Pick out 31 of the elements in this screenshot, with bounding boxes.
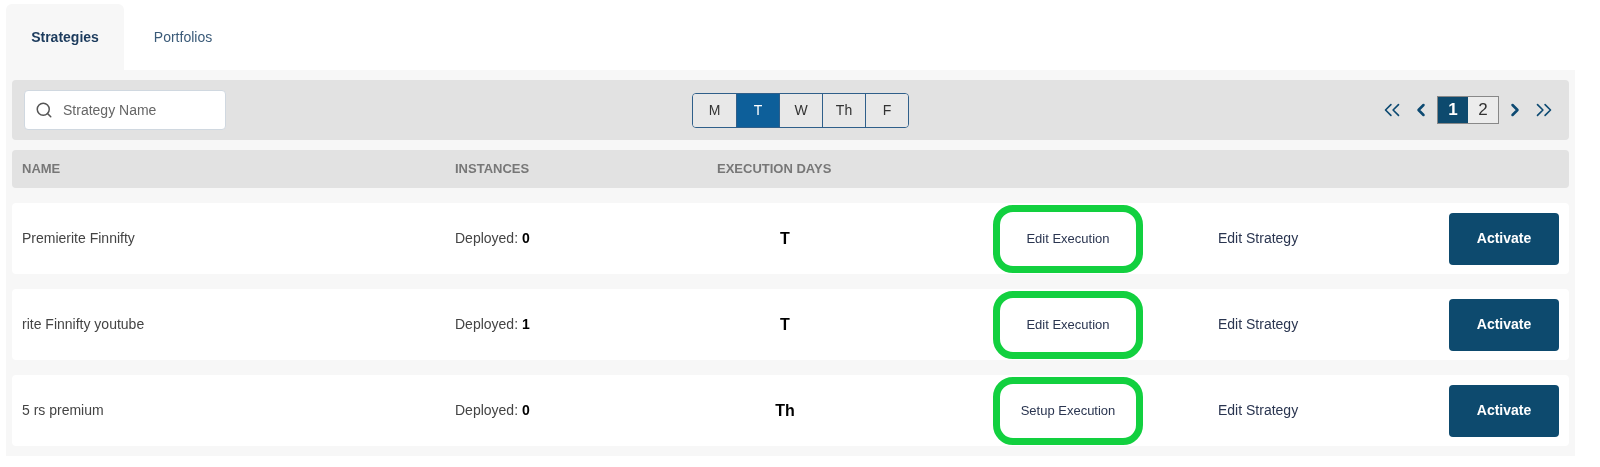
day-filter-button[interactable]: M bbox=[693, 93, 736, 127]
edit-strategy-link[interactable]: Edit Strategy bbox=[1218, 228, 1299, 249]
edit-strategy-link[interactable]: Edit Strategy bbox=[1218, 314, 1299, 335]
deployed-count: Deployed: 1 bbox=[455, 315, 531, 334]
page-button[interactable]: 1 bbox=[1438, 97, 1468, 123]
column-header: NAME bbox=[22, 160, 62, 179]
execution-days: T bbox=[665, 312, 905, 337]
day-filter-button[interactable]: Th bbox=[822, 93, 865, 127]
execution-days: Th bbox=[665, 398, 905, 423]
execution-button[interactable]: Edit Execution bbox=[993, 204, 1143, 273]
execution-button[interactable]: Edit Execution bbox=[993, 290, 1143, 359]
day-filter-button[interactable]: W bbox=[779, 93, 822, 127]
search-icon bbox=[35, 101, 53, 119]
column-header: EXECUTION DAYS bbox=[717, 160, 833, 179]
tab[interactable]: Strategies bbox=[6, 4, 124, 70]
search-field[interactable]: Strategy Name bbox=[24, 90, 226, 130]
day-filter-button[interactable]: T bbox=[736, 93, 779, 127]
execution-button[interactable]: Setup Execution bbox=[993, 376, 1143, 445]
column-header: INSTANCES bbox=[455, 160, 531, 179]
deployed-count: Deployed: 0 bbox=[455, 401, 531, 420]
day-filter-button[interactable]: F bbox=[865, 93, 908, 127]
deployed-count: Deployed: 0 bbox=[455, 229, 531, 248]
strategy-name: rite Finnifty youtube bbox=[22, 315, 146, 334]
activate-button[interactable]: Activate bbox=[1449, 298, 1559, 351]
page-button[interactable]: 2 bbox=[1468, 97, 1498, 123]
strategy-name: Premierite Finnifty bbox=[22, 229, 136, 248]
activate-button[interactable]: Activate bbox=[1449, 384, 1559, 437]
activate-button[interactable]: Activate bbox=[1449, 212, 1559, 265]
execution-days: T bbox=[665, 226, 905, 251]
edit-strategy-link[interactable]: Edit Strategy bbox=[1218, 400, 1299, 421]
strategy-name: 5 rs premium bbox=[22, 401, 105, 420]
